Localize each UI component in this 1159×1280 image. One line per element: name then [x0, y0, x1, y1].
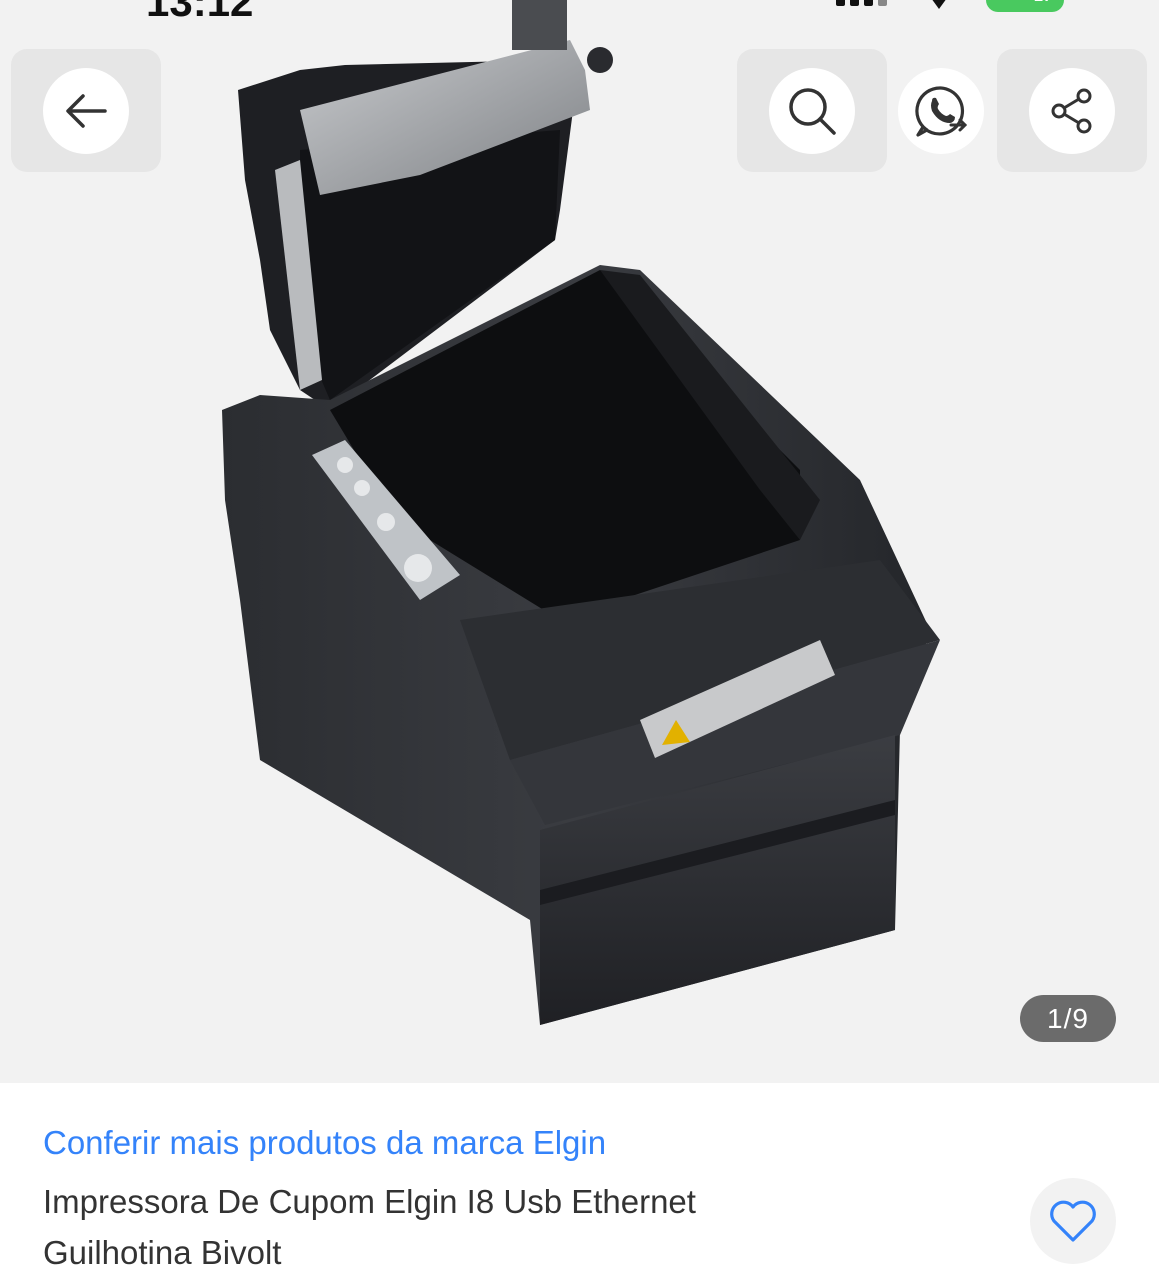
whatsapp-icon: [915, 86, 968, 137]
search-button[interactable]: [737, 49, 887, 172]
brand-link[interactable]: Conferir mais produtos da marca Elgin: [43, 1124, 606, 1162]
back-button[interactable]: [11, 49, 161, 172]
arrow-left-icon: [66, 94, 107, 128]
search-button-circle[interactable]: [769, 68, 855, 154]
counter-total: 9: [1072, 1002, 1089, 1034]
wifi-icon: [932, 0, 946, 9]
product-gallery[interactable]: 13:12 27: [0, 0, 1159, 1083]
status-time: 13:12: [146, 0, 253, 20]
share-button-circle[interactable]: [1029, 68, 1115, 154]
product-title: Impressora De Cupom Elgin I8 Usb Etherne…: [43, 1183, 696, 1271]
status-bar: 13:12 27: [0, 0, 1159, 20]
battery-icon: 27: [986, 0, 1064, 12]
favorite-button[interactable]: [1030, 1178, 1116, 1264]
heart-icon: [1050, 1200, 1096, 1242]
image-counter: 1 / 9: [1020, 995, 1116, 1042]
search-icon: [789, 88, 836, 135]
battery-level: 27: [1034, 0, 1052, 6]
counter-separator: /: [1063, 1002, 1073, 1034]
share-button[interactable]: [997, 49, 1147, 172]
back-button-circle[interactable]: [43, 68, 129, 154]
share-icon: [1051, 88, 1092, 134]
product-image: [222, 0, 940, 1025]
counter-current: 1: [1047, 1002, 1064, 1034]
whatsapp-button[interactable]: [898, 68, 984, 154]
signal-icon: [836, 0, 896, 14]
